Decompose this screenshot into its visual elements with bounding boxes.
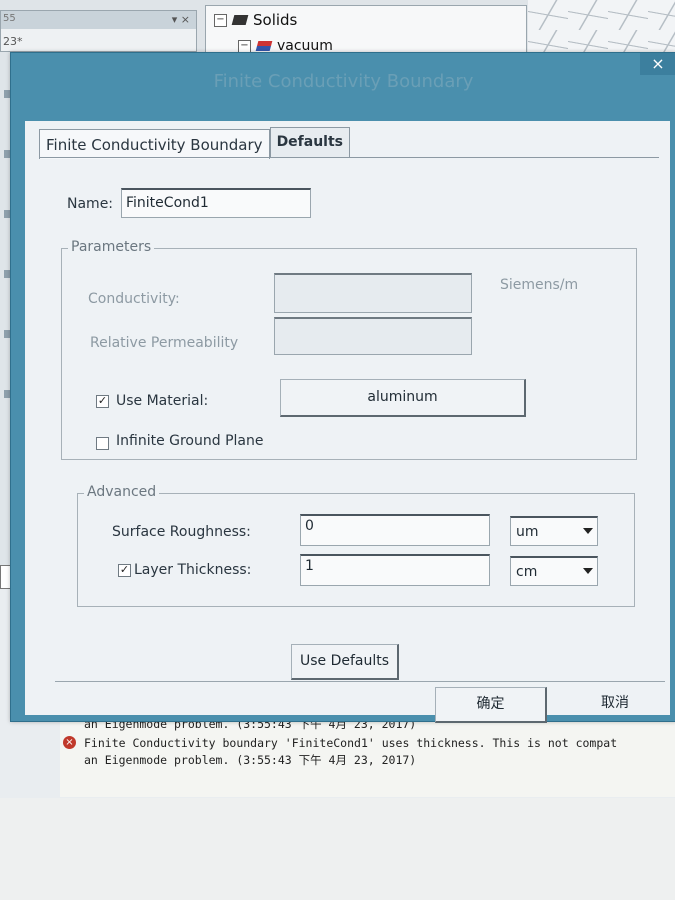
panel-header [1,11,196,29]
background-project-panel: ▾ × 55 23* [0,10,197,52]
error-icon: × [63,736,76,749]
use-defaults-button[interactable]: Use Defaults [291,644,399,680]
panel-header-fragment: 55 [3,13,16,24]
infinite-ground-label: Infinite Ground Plane [116,433,264,449]
chevron-down-icon [583,568,593,574]
infinite-ground-checkbox[interactable] [96,437,109,450]
parameters-group: Parameters Conductivity: Siemens/m Relat… [61,239,637,460]
material-select-button[interactable]: aluminum [280,379,526,417]
permeability-label: Relative Permeability [90,335,239,351]
solid-icon [231,15,249,25]
conductivity-label: Conductivity: [88,291,180,307]
name-label: Name: [67,196,114,212]
surface-roughness-unit-select[interactable]: um [510,516,598,546]
use-material-label: Use Material: [116,393,209,409]
layer-thickness-checkbox[interactable]: ✓ [118,564,131,577]
tree-label-solids: Solids [253,11,298,29]
advanced-group: Advanced Surface Roughness: 0 um ✓ Layer… [77,484,635,607]
name-input[interactable]: FiniteCond1 [121,188,311,218]
screen-bezel-area [0,798,675,900]
chevron-down-icon [583,528,593,534]
close-button[interactable]: × [640,53,675,75]
conductivity-input[interactable] [274,273,472,313]
panel-text-fragment: 23* [3,35,23,48]
finite-conductivity-dialog: Finite Conductivity Boundary × Finite Co… [10,52,675,723]
tab-finite-conductivity-boundary[interactable]: Finite Conductivity Boundary [39,129,270,159]
footer-separator [55,681,665,682]
permeability-input[interactable] [274,317,472,355]
collapse-icon[interactable]: − [214,13,227,27]
surface-roughness-input[interactable]: 0 [300,514,490,546]
tab-defaults[interactable]: Defaults [269,127,351,157]
collapse-icon[interactable]: − [238,39,251,53]
layer-thickness-label: Layer Thickness: [134,562,252,578]
dialog-title: Finite Conductivity Boundary [213,71,474,92]
use-material-checkbox[interactable]: ✓ [96,395,109,408]
layer-thickness-unit-select[interactable]: cm [510,556,598,586]
panel-window-buttons[interactable]: ▾ × [172,13,190,26]
conductivity-unit: Siemens/m [500,277,579,293]
ok-button[interactable]: 确定 [435,687,547,723]
log-line: an Eigenmode problem. (3:55:43 下午 4月 23,… [84,753,417,767]
material-icon [255,41,273,51]
tab-panel: Name: FiniteCond1 Parameters Conductivit… [39,157,659,680]
tree-row-solids[interactable]: − Solids [214,11,297,29]
parameters-group-title: Parameters [68,239,155,255]
message-log: an Eigenmode problem. (3:55:43 下午 4月 23,… [60,712,675,797]
log-line: Finite Conductivity boundary 'FiniteCond… [84,736,618,750]
advanced-group-title: Advanced [84,484,160,500]
layer-thickness-input[interactable]: 1 [300,554,490,586]
cancel-button[interactable]: 取消 [559,687,671,723]
surface-roughness-unit-value: um [516,524,539,540]
tab-strip: Finite Conductivity Boundary Defaults [39,127,351,159]
surface-roughness-label: Surface Roughness: [112,524,251,540]
layer-thickness-unit-value: cm [516,564,538,580]
dialog-body: Finite Conductivity Boundary Defaults Na… [25,121,670,723]
